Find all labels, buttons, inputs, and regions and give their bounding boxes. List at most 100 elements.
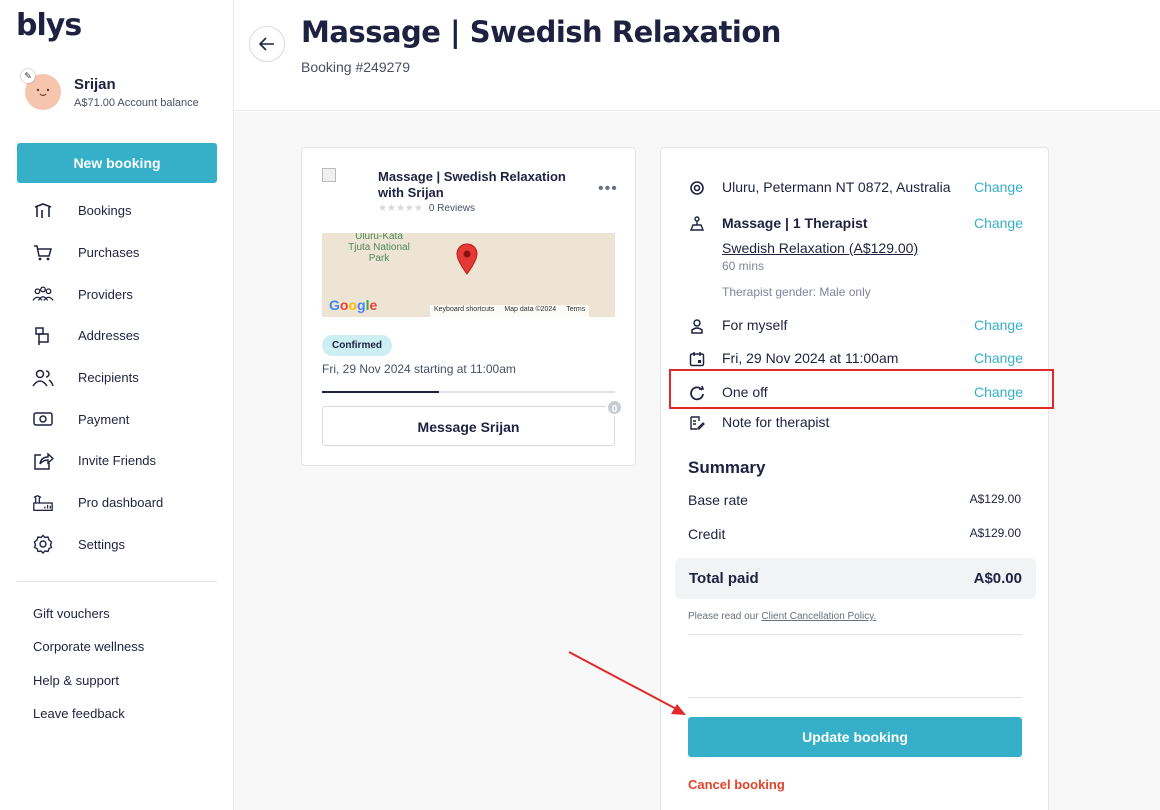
sidebar-item-label: Payment xyxy=(78,411,130,427)
rating-stars: ★ ★ ★ ★ ★ 0 Reviews xyxy=(378,203,475,214)
service-value: Massage | 1 Therapist xyxy=(722,215,868,231)
star-icon: ★ xyxy=(404,203,414,214)
leave-feedback-link[interactable]: Leave feedback xyxy=(33,706,144,739)
back-button[interactable] xyxy=(249,26,285,62)
therapist-gender-value: Therapist gender: Male only xyxy=(722,285,871,299)
new-booking-button[interactable]: New booking xyxy=(17,143,217,183)
sidebar-nav: Bookings Purchases Providers Addresses R… xyxy=(0,190,234,565)
service-option-link[interactable]: Swedish Relaxation (A$129.00) xyxy=(722,240,918,256)
person-icon xyxy=(689,317,709,335)
base-rate-value: A$129.00 xyxy=(969,492,1021,506)
payment-icon xyxy=(32,408,54,430)
cart-icon xyxy=(32,242,54,264)
providers-icon xyxy=(32,283,54,305)
gift-vouchers-link[interactable]: Gift vouchers xyxy=(33,606,144,639)
star-icon: ★ xyxy=(395,203,405,214)
summary-title: Summary xyxy=(688,458,766,477)
update-booking-button[interactable]: Update booking xyxy=(688,717,1022,757)
terms-link[interactable]: Terms xyxy=(566,306,585,316)
recipient-row: For myself Change xyxy=(689,317,1023,335)
total-paid-row: Total paid A$0.00 xyxy=(675,558,1036,599)
sidebar-item-purchases[interactable]: Purchases xyxy=(0,232,234,274)
provider-card: Massage | Swedish Relaxation with Srijan… xyxy=(301,147,636,466)
map-pin-icon[interactable] xyxy=(456,243,478,275)
pro-dashboard-icon xyxy=(32,492,54,514)
help-support-link[interactable]: Help & support xyxy=(33,673,144,706)
note-row[interactable]: Note for therapist xyxy=(689,414,1023,432)
sidebar-item-bookings[interactable]: Bookings xyxy=(0,190,234,232)
edit-avatar-icon[interactable]: ✎ xyxy=(21,69,35,83)
recipient-value: For myself xyxy=(722,317,788,333)
change-recipient-link[interactable]: Change xyxy=(974,317,1023,333)
corporate-wellness-link[interactable]: Corporate wellness xyxy=(33,639,144,672)
annotation-arrow-icon xyxy=(568,651,686,715)
star-icon: ★ xyxy=(378,203,387,214)
page-header: Massage | Swedish Relaxation Booking #24… xyxy=(234,0,1160,111)
datetime-value: Fri, 29 Nov 2024 at 11:00am xyxy=(722,350,899,366)
change-service-link[interactable]: Change xyxy=(974,215,1023,231)
share-icon xyxy=(32,450,54,472)
avatar[interactable]: ✎ xyxy=(21,69,61,110)
blys-logo[interactable]: blys xyxy=(16,8,82,43)
sidebar-item-payment[interactable]: Payment xyxy=(0,398,234,440)
total-paid-label: Total paid xyxy=(689,570,759,587)
gear-icon xyxy=(32,533,54,555)
google-logo: Google xyxy=(329,297,378,313)
more-options-icon[interactable]: ••• xyxy=(598,180,618,198)
sidebar-item-addresses[interactable]: Addresses xyxy=(0,315,234,357)
sidebar-item-label: Invite Friends xyxy=(78,453,157,469)
cancellation-policy-link[interactable]: Client Cancellation Policy. xyxy=(761,611,876,622)
account-balance: A$71.00 Account balance xyxy=(74,96,199,109)
sidebar-item-label: Bookings xyxy=(78,203,132,219)
sidebar-item-recipients[interactable]: Recipients xyxy=(0,357,234,399)
reviews-count[interactable]: 0 Reviews xyxy=(429,203,475,214)
page-title: Massage | Swedish Relaxation xyxy=(301,15,781,49)
avatar-face-icon xyxy=(36,88,50,97)
datetime-row: Fri, 29 Nov 2024 at 11:00am Change xyxy=(689,350,1023,368)
sidebar-item-invite-friends[interactable]: Invite Friends xyxy=(0,440,234,482)
message-count-badge: 0 xyxy=(606,399,623,416)
massage-icon xyxy=(689,215,709,233)
star-icon: ★ xyxy=(386,203,396,214)
sidebar-item-label: Addresses xyxy=(78,328,140,344)
user-name: Srijan xyxy=(74,75,116,93)
sidebar-item-pro-dashboard[interactable]: Pro dashboard xyxy=(0,482,234,524)
change-datetime-link[interactable]: Change xyxy=(974,350,1023,366)
divider xyxy=(688,634,1022,635)
note-for-therapist-label: Note for therapist xyxy=(722,414,830,430)
duration-value: 60 mins xyxy=(722,259,765,273)
message-provider-button[interactable]: Message Srijan xyxy=(322,406,615,446)
sidebar-item-label: Settings xyxy=(78,536,125,552)
keyboard-shortcuts-link[interactable]: Keyboard shortcuts xyxy=(434,306,494,316)
credit-row: Credit A$129.00 xyxy=(688,526,1021,542)
map-park-label: Uluru-Kata Tjuta National Park xyxy=(348,233,410,264)
base-rate-label: Base rate xyxy=(688,492,748,508)
sidebar-item-label: Pro dashboard xyxy=(78,495,164,511)
location-icon xyxy=(689,179,709,197)
highlight-box xyxy=(669,369,1054,409)
bookings-icon xyxy=(32,200,54,222)
note-icon xyxy=(689,414,709,432)
provider-title[interactable]: Massage | Swedish Relaxation with Srijan xyxy=(378,169,588,201)
address-value: Uluru, Petermann NT 0872, Australia xyxy=(722,179,951,195)
sidebar-footer-links: Gift vouchers Corporate wellness Help & … xyxy=(33,606,144,739)
sidebar-item-label: Providers xyxy=(78,286,133,302)
map-data-label: Map data ©2024 xyxy=(504,306,557,313)
credit-label: Credit xyxy=(688,526,726,542)
location-map[interactable]: Uluru-Kata Tjuta National Park Google Ke… xyxy=(322,233,615,317)
booking-id: Booking #249279 xyxy=(301,59,410,75)
status-badge: Confirmed xyxy=(322,335,392,356)
change-address-link[interactable]: Change xyxy=(974,179,1023,195)
cancel-booking-link[interactable]: Cancel booking xyxy=(688,777,785,792)
user-profile[interactable]: ✎ Srijan A$71.00 Account balance xyxy=(21,69,199,110)
booking-progress xyxy=(322,391,615,393)
sidebar-divider xyxy=(17,581,217,582)
cancellation-policy-note: Please read our Client Cancellation Poli… xyxy=(688,611,876,622)
recipients-icon xyxy=(32,367,54,389)
sidebar-item-providers[interactable]: Providers xyxy=(0,273,234,315)
total-paid-value: A$0.00 xyxy=(973,570,1022,587)
booking-start-date: Fri, 29 Nov 2024 starting at 11:00am xyxy=(322,362,516,376)
provider-image xyxy=(322,168,336,182)
sidebar-item-settings[interactable]: Settings xyxy=(0,524,234,566)
credit-value: A$129.00 xyxy=(969,526,1021,540)
